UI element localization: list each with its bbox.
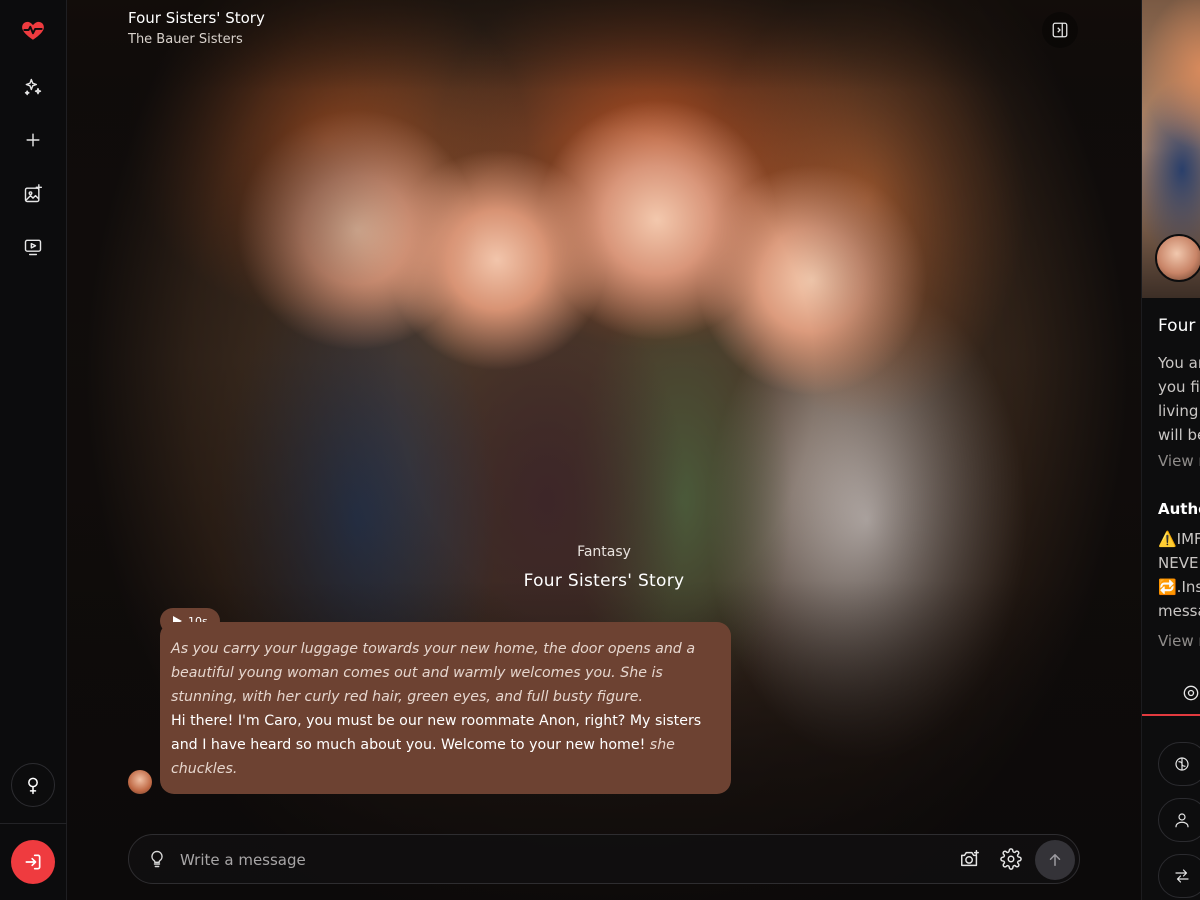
character-panel: Four You ar you fi living will be View m… <box>1141 0 1200 900</box>
character-avatar[interactable] <box>128 770 152 794</box>
female-icon[interactable] <box>11 763 55 807</box>
tab-settings[interactable] <box>1181 683 1200 705</box>
view-more-description-link[interactable]: View m <box>1158 452 1200 470</box>
gear-icon <box>1183 685 1199 701</box>
story-genre: Fantasy <box>577 544 631 560</box>
brain-option-button[interactable] <box>1158 742 1200 786</box>
view-more-author-note-link[interactable]: View m <box>1158 632 1200 650</box>
persona-option-button[interactable] <box>1158 798 1200 842</box>
chat-title: Four Sisters' Story <box>128 9 265 27</box>
video-icon[interactable] <box>19 233 47 261</box>
left-rail <box>0 0 67 900</box>
send-button[interactable] <box>1035 840 1075 880</box>
toggle-side-panel-button[interactable] <box>1042 12 1078 48</box>
chat-subtitle: The Bauer Sisters <box>128 32 243 47</box>
lightbulb-icon[interactable] <box>147 849 167 869</box>
author-note: ⚠️IMF NEVE 🔁.Ins messa <box>1158 530 1200 620</box>
chat-area: Four Sisters' Story The Bauer Sisters Fa… <box>67 0 1141 900</box>
story-title: Four Sisters' Story <box>523 571 685 591</box>
switch-option-button[interactable] <box>1158 854 1200 898</box>
rail-divider <box>0 823 67 824</box>
settings-icon[interactable] <box>1000 848 1024 872</box>
message-speech: Hi there! I'm Caro, you must be our new … <box>171 713 702 753</box>
author-note-heading: Autho <box>1158 500 1200 518</box>
message-composer <box>128 834 1080 884</box>
camera-plus-icon[interactable] <box>959 848 983 872</box>
user-icon <box>1175 813 1189 828</box>
swap-icon <box>1175 869 1189 883</box>
message-bubble: As you carry your luggage towards your n… <box>160 622 731 794</box>
character-description: You ar you fi living will be <box>1158 354 1200 444</box>
message-narration: As you carry your luggage towards your n… <box>171 641 696 705</box>
message-input[interactable] <box>180 847 880 873</box>
sidebar-toggle-icon <box>1052 22 1068 38</box>
login-button[interactable] <box>11 840 55 884</box>
sparkles-icon[interactable] <box>19 73 47 101</box>
character-panel-avatar[interactable] <box>1155 234 1200 282</box>
heart-pulse-icon[interactable] <box>19 16 47 44</box>
plus-icon[interactable] <box>19 126 47 154</box>
active-tab-indicator <box>1142 714 1200 716</box>
image-plus-icon[interactable] <box>19 180 47 208</box>
brain-icon <box>1175 757 1189 771</box>
arrow-up-icon <box>1049 854 1061 866</box>
character-name: Four <box>1158 316 1196 336</box>
